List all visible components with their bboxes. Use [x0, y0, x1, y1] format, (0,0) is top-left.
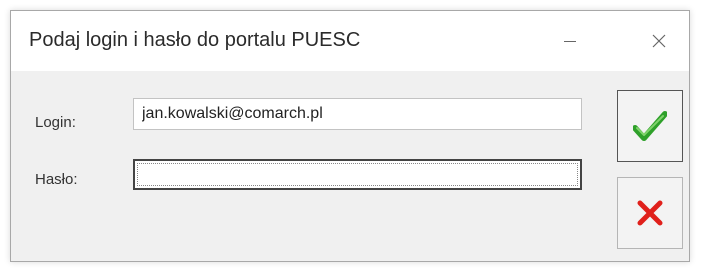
login-label: Login:	[35, 114, 76, 131]
close-icon	[652, 34, 666, 48]
password-input[interactable]	[133, 159, 582, 190]
minimize-button[interactable]	[547, 23, 593, 59]
login-input[interactable]	[133, 98, 582, 130]
login-dialog: Podaj login i hasło do portalu PUESC Log…	[10, 10, 690, 262]
dialog-title: Podaj login i hasło do portalu PUESC	[29, 29, 361, 51]
minimize-icon	[564, 40, 576, 42]
password-label: Hasło:	[35, 171, 78, 188]
close-button[interactable]	[636, 23, 682, 59]
title-bar: Podaj login i hasło do portalu PUESC	[11, 11, 689, 71]
red-x-icon	[637, 200, 663, 226]
ok-button[interactable]	[617, 90, 683, 162]
cancel-button[interactable]	[617, 177, 683, 249]
green-checkmark-icon	[633, 111, 667, 141]
